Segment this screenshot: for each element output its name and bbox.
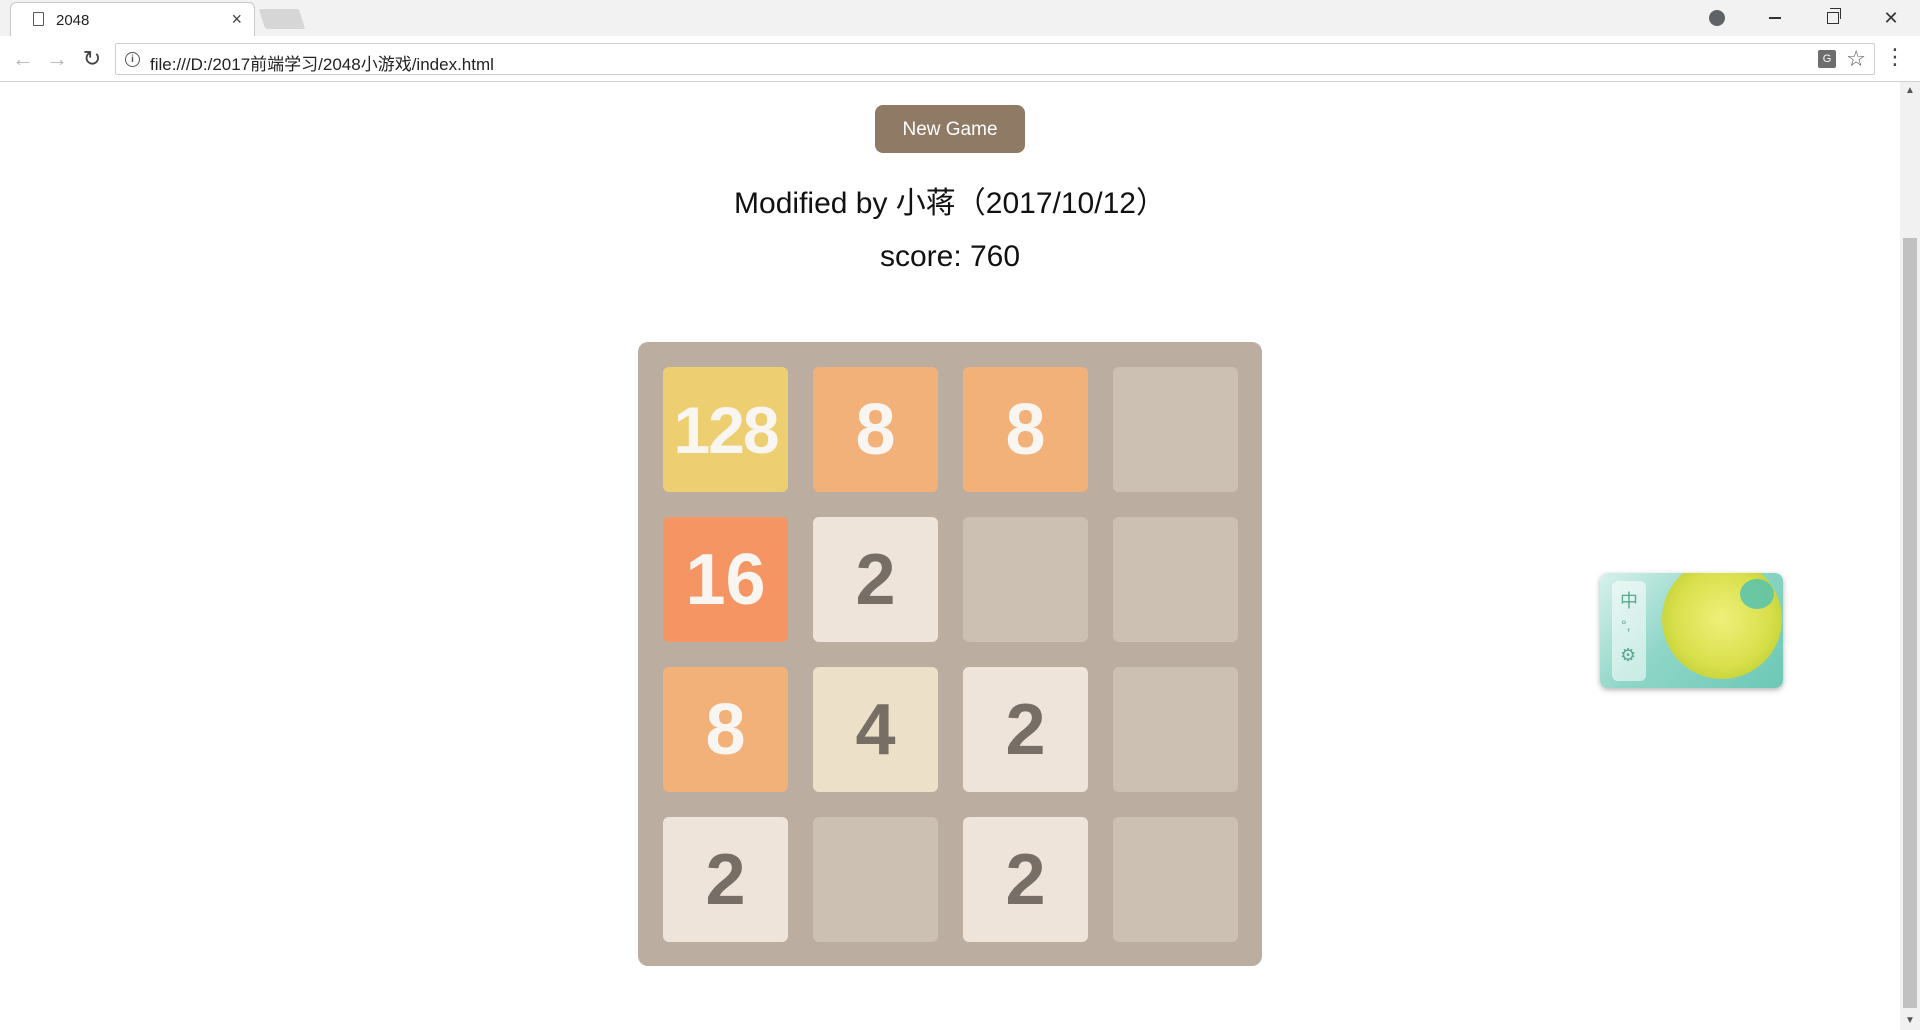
- new-game-button[interactable]: New Game: [875, 105, 1025, 153]
- tile-4: 4: [813, 667, 938, 792]
- browser-toolbar: ← → ↻ i file:///D:/2017前端学习/2048小游戏/inde…: [0, 36, 1920, 82]
- ime-toolbar[interactable]: 中 °, ⚙: [1600, 573, 1783, 688]
- url-text[interactable]: file:///D:/2017前端学习/2048小游戏/index.html: [150, 50, 494, 75]
- close-icon: ✕: [1883, 7, 1899, 28]
- ime-language-toggle[interactable]: 中: [1620, 587, 1638, 613]
- minimize-button[interactable]: [1746, 0, 1804, 36]
- back-arrow-icon: ←: [12, 46, 34, 71]
- game-board: 128 8 8 16 2 8 4 2 2 2: [638, 342, 1262, 966]
- empty-cell: [1113, 667, 1238, 792]
- empty-cell: [813, 817, 938, 942]
- empty-cell: [1113, 817, 1238, 942]
- minimize-icon: [1769, 17, 1781, 19]
- close-window-button[interactable]: ✕: [1862, 0, 1920, 36]
- score-text: score: 760: [879, 240, 1021, 273]
- scroll-down-arrow-icon[interactable]: ▼: [1900, 1012, 1920, 1030]
- browser-menu-icon[interactable]: ⋮: [1884, 46, 1906, 68]
- tab-strip: 2048 × ✕: [0, 0, 1920, 36]
- reload-button[interactable]: ↻: [79, 46, 105, 72]
- forward-arrow-icon: →: [46, 46, 68, 71]
- profile-button[interactable]: [1688, 0, 1746, 36]
- bookmark-star-icon[interactable]: ☆: [1846, 46, 1866, 72]
- empty-cell: [963, 517, 1088, 642]
- empty-cell: [1113, 517, 1238, 642]
- ime-settings-gear-icon[interactable]: ⚙: [1620, 645, 1636, 666]
- heart-decoration: [1740, 579, 1774, 609]
- browser-tab[interactable]: 2048 ×: [10, 2, 255, 36]
- tile-2: 2: [663, 817, 788, 942]
- profile-icon: [1709, 10, 1725, 26]
- vertical-scrollbar[interactable]: ▲ ▼: [1900, 82, 1920, 1030]
- window-controls: ✕: [1688, 0, 1920, 36]
- address-bar[interactable]: i file:///D:/2017前端学习/2048小游戏/index.html…: [115, 43, 1875, 75]
- tile-2: 2: [813, 517, 938, 642]
- tile-8: 8: [813, 367, 938, 492]
- tile-8: 8: [663, 667, 788, 792]
- empty-cell: [1113, 367, 1238, 492]
- tile-128: 128: [663, 367, 788, 492]
- translate-icon[interactable]: G: [1818, 50, 1836, 68]
- page-icon: [33, 12, 44, 26]
- tile-16: 16: [663, 517, 788, 642]
- info-icon[interactable]: i: [125, 52, 140, 67]
- tile-2: 2: [963, 667, 1088, 792]
- credit-text: Modified by 小蒋（2017/10/12）: [734, 187, 1166, 220]
- tile-8: 8: [963, 367, 1088, 492]
- restore-button[interactable]: [1804, 0, 1862, 36]
- new-tab-button[interactable]: [258, 9, 306, 29]
- tab-title: 2048: [56, 12, 90, 29]
- scroll-up-arrow-icon[interactable]: ▲: [1900, 82, 1920, 100]
- game-page: New Game Modified by 小蒋（2017/10/12） scor…: [0, 82, 1900, 1030]
- ime-punctuation-toggle[interactable]: °,: [1621, 617, 1631, 633]
- restore-icon: [1827, 8, 1841, 24]
- tile-2: 2: [963, 817, 1088, 942]
- back-button[interactable]: ←: [10, 46, 36, 72]
- scroll-thumb[interactable]: [1903, 238, 1917, 1008]
- reload-icon: ↻: [82, 46, 102, 71]
- forward-button[interactable]: →: [44, 46, 70, 72]
- tab-close-icon[interactable]: ×: [231, 9, 242, 29]
